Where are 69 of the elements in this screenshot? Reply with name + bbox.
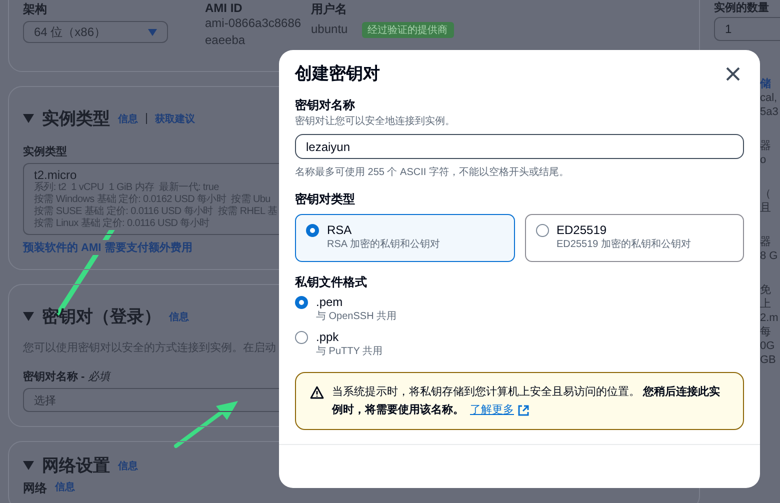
info-link[interactable]: 信息 [118, 458, 138, 472]
field-hint: 名称最多可使用 255 个 ASCII 字符，不能以空格开头或结尾。 [295, 166, 570, 179]
instance-count-field[interactable]: 1 [714, 17, 780, 41]
pricing-note-link[interactable]: 预装软件的 AMI 需要支付额外费用 [23, 240, 192, 255]
option-description: 与 OpenSSH 共用 [316, 310, 397, 323]
summary-text: 免 [760, 283, 772, 297]
summary-text: 且 [760, 201, 772, 215]
summary-text: 2.m [760, 311, 780, 325]
ami-id-text: eaeeba [205, 32, 246, 49]
summary-text: （ [760, 187, 772, 201]
radio-button[interactable] [306, 224, 319, 237]
summary-text: 5a3 [760, 105, 780, 119]
summary-text: o [760, 153, 768, 167]
field-label: 架构 [23, 1, 48, 18]
field-label: 实例的数量 [714, 0, 770, 15]
info-link[interactable]: 信息 [169, 310, 189, 324]
caret-icon[interactable] [23, 461, 34, 470]
warning-icon [310, 386, 324, 399]
section-title: 网络设置 [42, 455, 110, 477]
summary-text: 器 [760, 235, 772, 249]
architecture-select[interactable]: 64 位（x86） [23, 21, 168, 43]
option-description: RSA 加密的私钥和公钥对 [327, 238, 440, 251]
field-description: 密钥对让您可以安全地连接到实例。 [295, 114, 456, 128]
field-label: 实例类型 [23, 144, 67, 159]
key-type-option[interactable]: ED25519 ED25519 加密的私钥和公钥对 [524, 214, 744, 262]
section-title: 密钥对（登录） [42, 306, 161, 328]
radio-button[interactable] [295, 296, 308, 309]
field-label: 用户名 [311, 1, 348, 18]
option-label: .pem [316, 295, 344, 309]
instance-type-name: t2.micro [34, 168, 77, 182]
summary-text: cal, [760, 91, 778, 105]
field-label: 密钥对类型 [295, 191, 356, 208]
info-link[interactable]: 获取建议 [155, 112, 195, 126]
field-label: 私钥文件格式 [295, 274, 368, 291]
option-description: 与 PuTTY 共用 [316, 344, 382, 358]
key-pair-name-input[interactable]: lezaiyun [295, 134, 744, 159]
caret-icon[interactable] [23, 114, 34, 123]
option-label: .ppk [316, 330, 340, 344]
option-label: RSA [327, 223, 353, 237]
section-title: 实例类型 [42, 108, 110, 130]
key-type-option[interactable]: RSA RSA 加密的私钥和公钥对 [295, 214, 514, 262]
caret-icon[interactable] [23, 312, 34, 321]
field-label: 密钥对名称 [295, 97, 356, 114]
info-link[interactable]: 信息 [118, 112, 138, 126]
option-label: ED25519 [556, 223, 608, 237]
ami-id-text: ami-0866a3c8686 [205, 15, 302, 32]
verified-badge: 经过验证的提供商 [362, 22, 454, 38]
learn-more-link[interactable]: 了解更多 [470, 401, 529, 419]
summary-text: GB [760, 353, 777, 367]
warning-text: 当系统提示时，将私钥存储到您计算机上安全且易访问的位置。 您稍后连接此实例时，将需要使用该名称。 了解更多 [332, 383, 729, 419]
summary-text: 储 [760, 77, 772, 91]
option-description: ED25519 加密的私钥和公钥对 [556, 238, 691, 251]
summary-text: 0G [760, 339, 776, 353]
username-text: ubuntu [311, 21, 348, 38]
caret-icon [148, 28, 157, 36]
summary-text: 上 [760, 297, 772, 311]
radio-button[interactable] [536, 224, 548, 237]
field-label: 密钥对名称 - 必填 [23, 370, 110, 384]
radio-button[interactable] [295, 331, 308, 344]
dialog-title: 创建密钥对 [295, 63, 380, 85]
field-label: AMI ID [205, 1, 244, 15]
key-pair-select[interactable]: 选择 [23, 388, 279, 412]
summary-text: 8 G [760, 249, 779, 263]
external-link-icon[interactable] [518, 404, 529, 416]
arrow-annotation [174, 401, 238, 448]
summary-text: 每 [760, 325, 772, 339]
field-label: 网络 [23, 481, 47, 495]
summary-text: 器 [760, 139, 772, 153]
info-link[interactable]: 信息 [55, 481, 75, 495]
